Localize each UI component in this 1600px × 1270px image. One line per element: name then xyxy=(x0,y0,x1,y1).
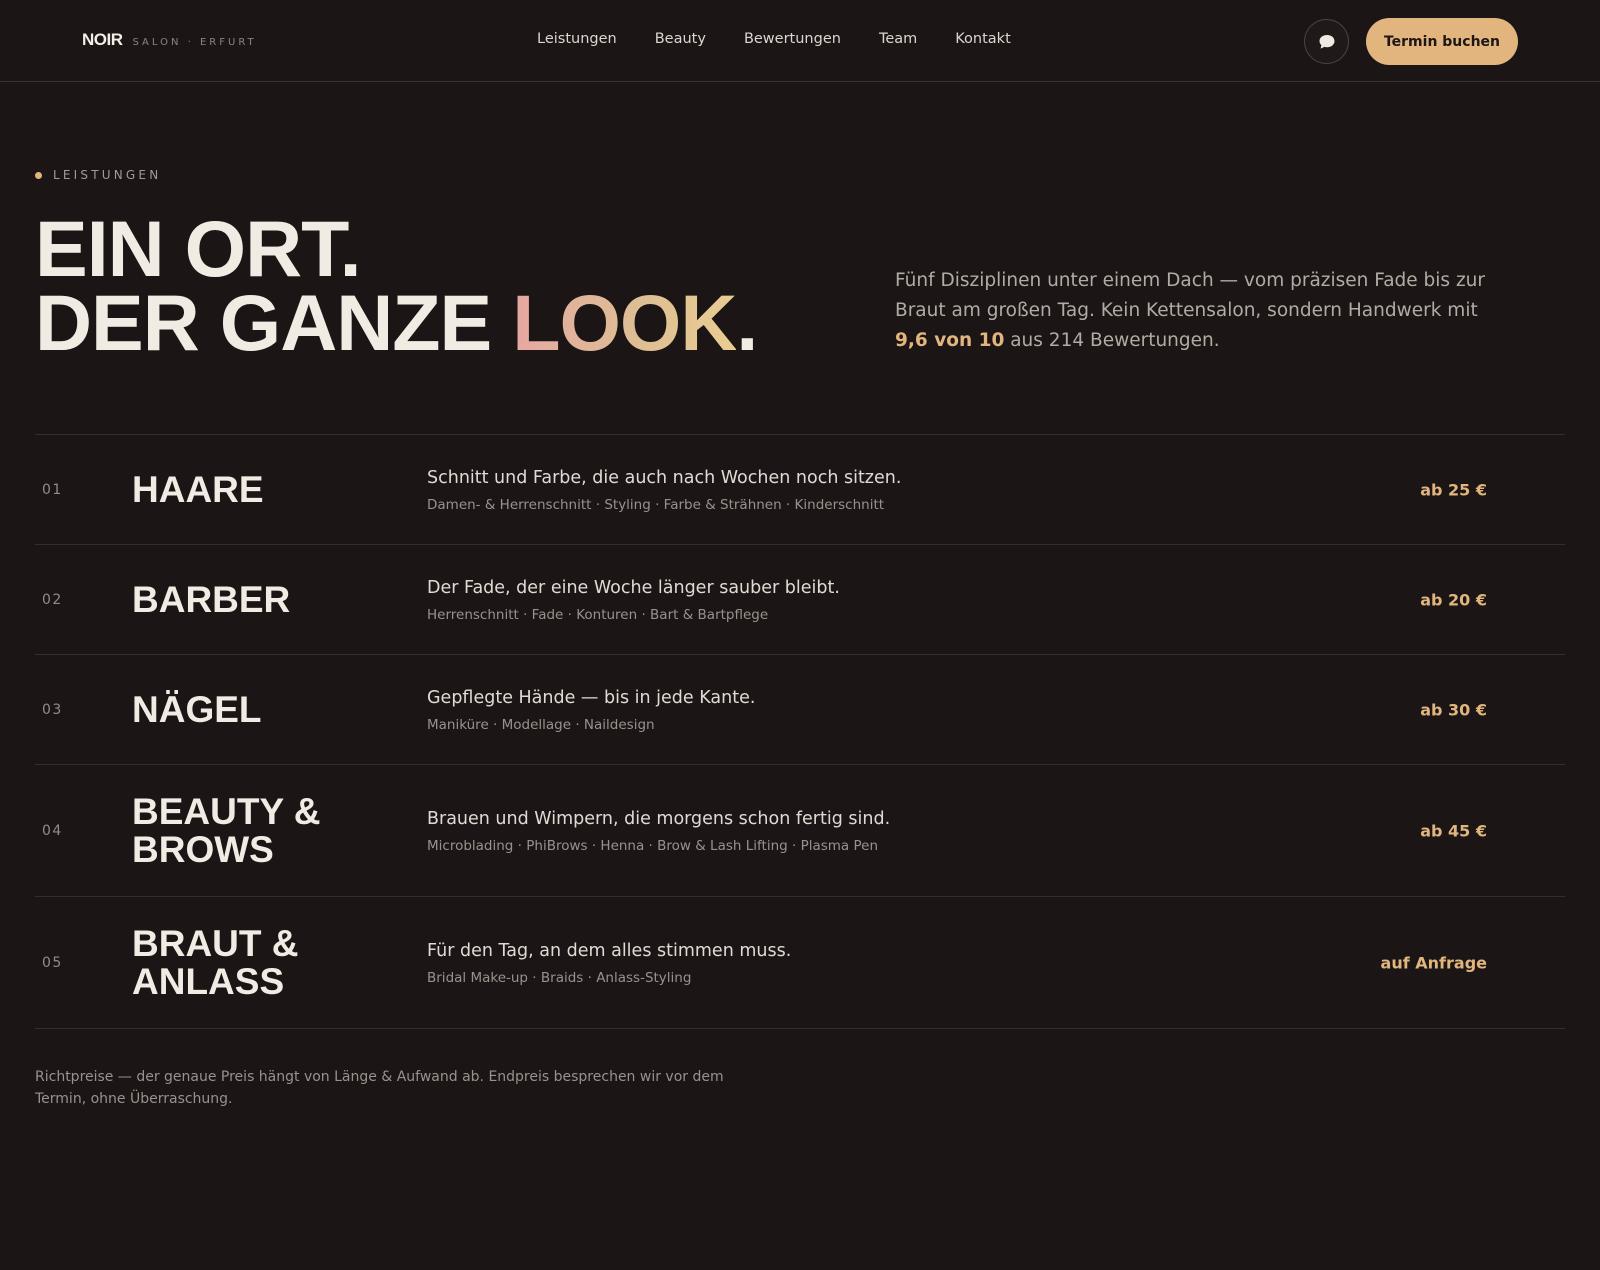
nav-link-leistungen[interactable]: Leistungen xyxy=(537,31,617,47)
service-price: ab 25 € xyxy=(1420,480,1487,499)
service-number: 03 xyxy=(42,701,63,718)
service-price: auf Anfrage xyxy=(1380,953,1487,972)
service-number: 02 xyxy=(42,591,63,608)
service-title: BARBER xyxy=(132,578,291,620)
intro-lead: Fünf Disziplinen unter einem Dach — vom … xyxy=(895,266,1495,356)
service-price: ab 30 € xyxy=(1420,700,1487,719)
service-tags: Damen- & Herrenschnitt · Styling · Farbe… xyxy=(427,496,885,513)
service-title: BEAUTY & BROWS xyxy=(132,790,321,870)
chat-button[interactable] xyxy=(1304,19,1349,64)
service-description: Der Fade, der eine Woche länger sauber b… xyxy=(427,577,840,598)
service-row-haare[interactable]: 01 HAARE Schnitt und Farbe, die auch nac… xyxy=(35,435,1565,545)
brand-subtitle: SALON · ERFURT xyxy=(132,37,257,48)
service-body: Gepflegte Hände — bis in jede Kante. Man… xyxy=(427,686,1327,734)
service-title: BRAUT & ANLASS xyxy=(132,922,299,1002)
nav-link-beauty[interactable]: Beauty xyxy=(655,31,706,47)
services-list: 01 HAARE Schnitt und Farbe, die auch nac… xyxy=(35,434,1565,1029)
headline-line-2-prefix: DER GANZE xyxy=(35,278,513,367)
service-body: Für den Tag, an dem alles stimmen muss. … xyxy=(427,939,1327,987)
service-description: Brauen und Wimpern, die morgens schon fe… xyxy=(427,808,891,829)
service-tags: Microblading · PhiBrows · Henna · Brow &… xyxy=(427,837,878,854)
service-description: Schnitt und Farbe, die auch nach Wochen … xyxy=(427,467,902,488)
service-title: HAARE xyxy=(132,468,264,510)
brand-logo[interactable]: NOIR xyxy=(82,30,123,50)
eyebrow-dot-icon xyxy=(35,171,42,179)
brand[interactable]: NOIR SALON · ERFURT xyxy=(82,30,257,50)
headline-period: . xyxy=(736,278,758,367)
site-header: NOIR SALON · ERFURT Leistungen Beauty Be… xyxy=(0,0,1600,82)
service-row-naegel[interactable]: 03 NÄGEL Gepflegte Hände — bis in jede K… xyxy=(35,655,1565,765)
section-eyebrow: LEISTUNGEN xyxy=(35,168,161,182)
service-body: Schnitt und Farbe, die auch nach Wochen … xyxy=(427,466,1327,514)
main-nav: Leistungen Beauty Bewertungen Team Konta… xyxy=(537,31,1011,47)
service-title: NÄGEL xyxy=(132,688,262,730)
nav-link-bewertungen[interactable]: Bewertungen xyxy=(744,31,841,47)
pricing-footnote: Richtpreise — der genaue Preis hängt von… xyxy=(35,1069,724,1107)
service-number: 01 xyxy=(42,481,63,498)
service-body: Brauen und Wimpern, die morgens schon fe… xyxy=(427,807,1327,855)
headline-accent-word: LOOK xyxy=(512,278,737,367)
service-number: 05 xyxy=(42,954,63,971)
service-number: 04 xyxy=(42,822,63,839)
service-description: Für den Tag, an dem alles stimmen muss. xyxy=(427,940,792,961)
service-tags: Maniküre · Modellage · Naildesign xyxy=(427,716,655,733)
page-headline: EIN ORT. DER GANZE LOOK. xyxy=(35,209,758,362)
nav-link-kontakt[interactable]: Kontakt xyxy=(955,31,1011,47)
eyebrow-label: LEISTUNGEN xyxy=(53,168,162,182)
service-row-braut-anlass[interactable]: 05 BRAUT & ANLASS Für den Tag, an dem al… xyxy=(35,897,1565,1029)
nav-link-team[interactable]: Team xyxy=(879,31,917,47)
service-description: Gepflegte Hände — bis in jede Kante. xyxy=(427,687,756,708)
lead-text: Fünf Disziplinen unter einem Dach — vom … xyxy=(895,270,1485,321)
lead-suffix: aus 214 Bewertungen. xyxy=(1004,330,1220,351)
service-tags: Bridal Make-up · Braids · Anlass-Styling xyxy=(427,969,692,986)
service-body: Der Fade, der eine Woche länger sauber b… xyxy=(427,576,1327,624)
rating-score: 9,6 von 10 xyxy=(895,330,1005,351)
service-row-barber[interactable]: 02 BARBER Der Fade, der eine Woche länge… xyxy=(35,545,1565,655)
service-price: ab 20 € xyxy=(1420,590,1487,609)
service-price: ab 45 € xyxy=(1420,821,1487,840)
book-appointment-button[interactable]: Termin buchen xyxy=(1366,18,1518,65)
service-row-beauty-brows[interactable]: 04 BEAUTY & BROWS Brauen und Wimpern, di… xyxy=(35,765,1565,897)
chat-bubble-icon xyxy=(1319,34,1334,49)
service-tags: Herrenschnitt · Fade · Konturen · Bart &… xyxy=(427,606,769,623)
